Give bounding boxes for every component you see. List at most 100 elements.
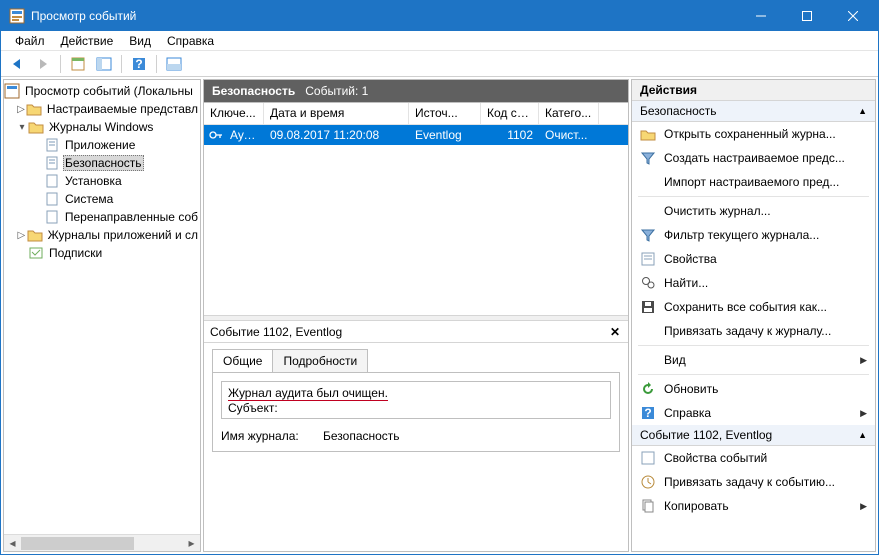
action-find[interactable]: Найти... <box>632 271 875 295</box>
message-box[interactable]: Журнал аудита был очищен. Субъект: <box>221 381 611 419</box>
tree-windows-logs[interactable]: ▾ Журналы Windows <box>4 118 200 136</box>
action-import-view[interactable]: Импорт настраиваемого пред... <box>632 170 875 194</box>
tree-system-log[interactable]: Система <box>4 190 200 208</box>
action-open-saved[interactable]: Открыть сохраненный журна... <box>632 122 875 146</box>
scroll-left-button[interactable]: ◂ <box>4 535 21 552</box>
action-refresh[interactable]: Обновить <box>632 377 875 401</box>
properties-icon <box>640 450 656 466</box>
actions-section-event[interactable]: Событие 1102, Eventlog ▲ <box>632 425 875 446</box>
action-label: Очистить журнал... <box>664 204 771 218</box>
action-filter-log[interactable]: Фильтр текущего журнала... <box>632 223 875 247</box>
log-icon <box>44 191 60 207</box>
grid-body[interactable]: Ауди... 09.08.2017 11:20:08 Eventlog 110… <box>204 125 628 315</box>
properties-icon <box>640 251 656 267</box>
help-icon: ? <box>640 405 656 421</box>
action-event-task[interactable]: Привязать задачу к событию... <box>632 470 875 494</box>
cell-event-id: 1102 <box>481 126 539 144</box>
event-row[interactable]: Ауди... 09.08.2017 11:20:08 Eventlog 110… <box>204 125 628 145</box>
folder-icon <box>28 119 44 135</box>
action-create-view[interactable]: Создать настраиваемое предс... <box>632 146 875 170</box>
title-bar: Просмотр событий <box>1 1 878 31</box>
action-event-properties[interactable]: Свойства событий <box>632 446 875 470</box>
menu-view[interactable]: Вид <box>121 32 159 50</box>
action-label: Открыть сохраненный журна... <box>664 127 836 141</box>
col-category[interactable]: Катего... <box>539 103 599 124</box>
tree-setup-log[interactable]: Установка <box>4 172 200 190</box>
svg-text:?: ? <box>135 57 142 71</box>
actions-pane: Действия Безопасность ▲ Открыть сохранен… <box>631 79 876 552</box>
action-view-submenu[interactable]: Вид▶ <box>632 348 875 372</box>
forward-button[interactable] <box>31 53 55 75</box>
chevron-right-icon[interactable]: ▷ <box>16 104 26 115</box>
action-label: Создать настраиваемое предс... <box>664 151 845 165</box>
col-event-id[interactable]: Код со... <box>481 103 539 124</box>
import-icon <box>640 174 656 190</box>
menu-action[interactable]: Действие <box>53 32 122 50</box>
actions-list: Открыть сохраненный журна... Создать нас… <box>632 122 875 425</box>
scroll-thumb[interactable] <box>21 537 134 550</box>
message-line2: Субъект: <box>228 401 278 415</box>
window-title: Просмотр событий <box>31 9 738 23</box>
detail-tabs: Общие Подробности <box>204 343 628 372</box>
tree-forwarded-log[interactable]: Перенаправленные соб <box>4 208 200 226</box>
tree[interactable]: Просмотр событий (Локальны ▷ Настраиваем… <box>4 80 200 534</box>
col-keywords[interactable]: Ключе... <box>204 103 264 124</box>
action-label: Обновить <box>664 382 718 396</box>
tree-label: Настраиваемые представл <box>45 102 200 116</box>
actions-section-log[interactable]: Безопасность ▲ <box>632 101 875 122</box>
tree-label: Подписки <box>47 246 104 260</box>
subscriptions-icon <box>28 245 44 261</box>
action-save-all[interactable]: Сохранить все события как... <box>632 295 875 319</box>
tree-custom-views[interactable]: ▷ Настраиваемые представл <box>4 100 200 118</box>
tree-label: Журналы Windows <box>47 120 155 134</box>
action-separator <box>638 196 869 197</box>
tab-general[interactable]: Общие <box>212 349 273 372</box>
tree-label: Безопасность <box>63 155 144 171</box>
action-properties[interactable]: Свойства <box>632 247 875 271</box>
col-source[interactable]: Источ... <box>409 103 481 124</box>
action-label: Найти... <box>664 276 708 290</box>
show-tree-button[interactable] <box>66 53 90 75</box>
log-icon <box>44 173 60 189</box>
action-label: Справка <box>664 406 711 420</box>
help-button[interactable]: ? <box>127 53 151 75</box>
action-label: Сохранить все события как... <box>664 300 827 314</box>
action-separator <box>638 345 869 346</box>
tree-subscriptions[interactable]: Подписки <box>4 244 200 262</box>
action-help[interactable]: ? Справка ▶ <box>632 401 875 425</box>
detail-close-button[interactable]: ✕ <box>608 325 622 339</box>
chevron-right-icon: ▶ <box>860 355 867 366</box>
preview-pane-button[interactable] <box>162 53 186 75</box>
field-label: Имя журнала: <box>221 429 311 443</box>
back-button[interactable] <box>5 53 29 75</box>
chevron-right-icon[interactable]: ▷ <box>16 230 27 241</box>
maximize-button[interactable] <box>784 1 830 31</box>
tree-h-scrollbar[interactable]: ◂ ▸ <box>4 534 200 551</box>
scroll-right-button[interactable]: ▸ <box>183 535 200 552</box>
col-date[interactable]: Дата и время <box>264 103 409 124</box>
action-copy[interactable]: Копировать▶ <box>632 494 875 518</box>
close-button[interactable] <box>830 1 876 31</box>
chevron-down-icon[interactable]: ▾ <box>16 122 28 133</box>
find-icon <box>640 275 656 291</box>
center-pane: Безопасность Событий: 1 Ключе... Дата и … <box>203 79 629 552</box>
tree-root[interactable]: Просмотр событий (Локальны <box>4 82 200 100</box>
toggle-pane-button[interactable] <box>92 53 116 75</box>
menu-help[interactable]: Справка <box>159 32 222 50</box>
eventviewer-icon <box>4 83 20 99</box>
actions-title: Действия <box>632 80 875 101</box>
message-line1: Журнал аудита был очищен. <box>228 386 388 401</box>
chevron-right-icon: ▶ <box>860 408 867 419</box>
minimize-button[interactable] <box>738 1 784 31</box>
tab-details[interactable]: Подробности <box>272 349 368 372</box>
save-icon <box>640 299 656 315</box>
tree-app-log[interactable]: Приложение <box>4 136 200 154</box>
tree-label: Перенаправленные соб <box>63 210 200 224</box>
tree-security-log[interactable]: Безопасность <box>4 154 200 172</box>
scroll-track[interactable] <box>21 535 183 552</box>
menu-file[interactable]: Файл <box>7 32 53 50</box>
tree-app-services-logs[interactable]: ▷ Журналы приложений и сл <box>4 226 200 244</box>
chevron-up-icon: ▲ <box>858 106 867 116</box>
action-attach-task[interactable]: Привязать задачу к журналу... <box>632 319 875 343</box>
action-clear-log[interactable]: Очистить журнал... <box>632 199 875 223</box>
